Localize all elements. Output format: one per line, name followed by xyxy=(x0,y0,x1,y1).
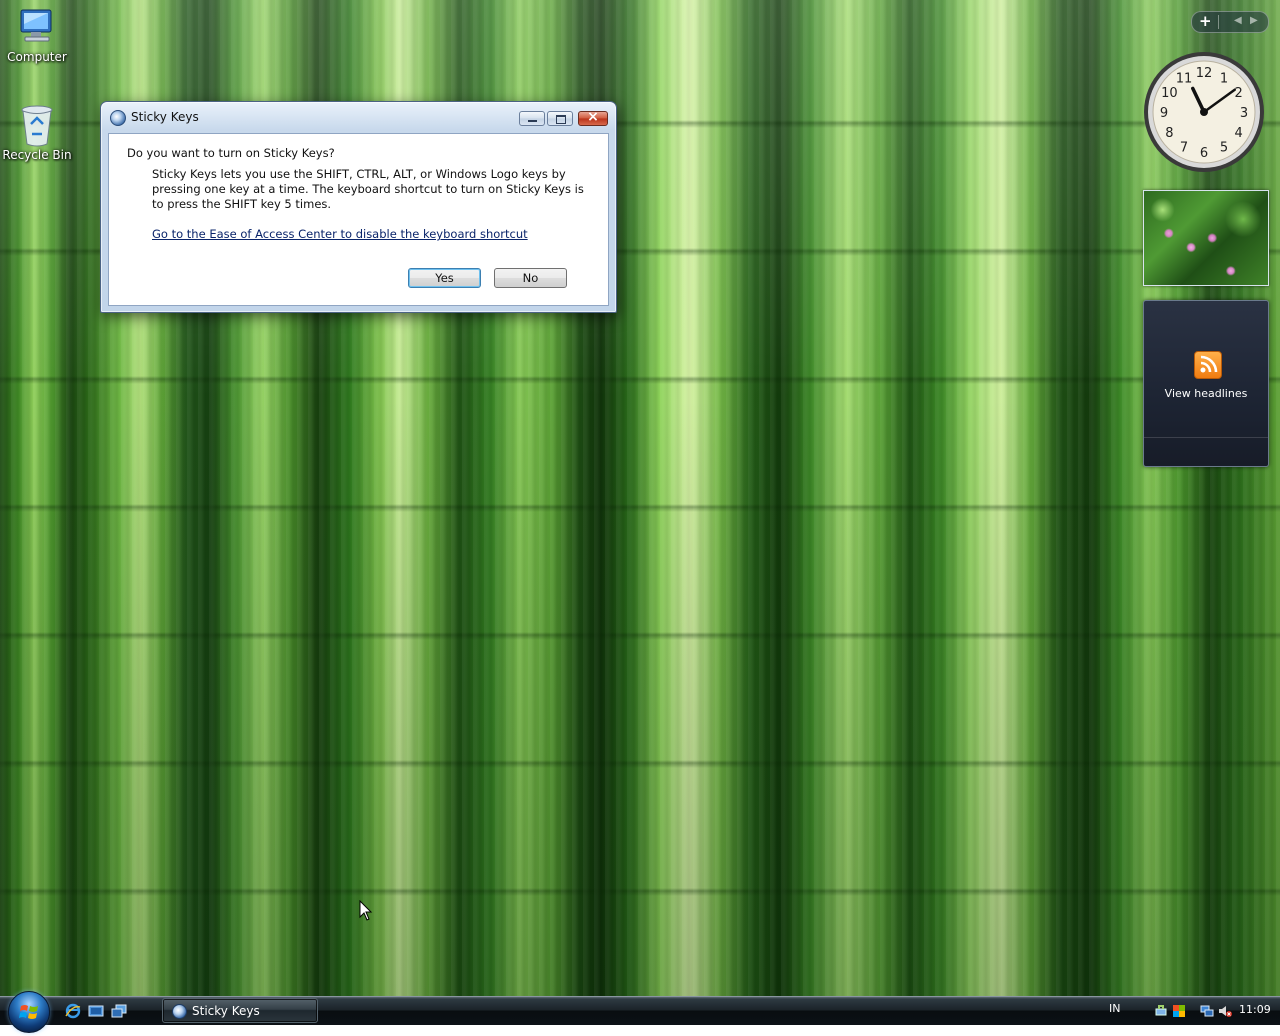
taskbar: Sticky Keys IN 11:09 xyxy=(0,991,1280,1033)
clock-numeral: 5 xyxy=(1220,141,1228,156)
maximize-button[interactable] xyxy=(547,111,573,126)
clock-gadget[interactable]: 1 2 3 4 5 6 7 8 9 10 11 12 xyxy=(1142,50,1267,175)
clock-numeral: 6 xyxy=(1200,146,1208,161)
computer-icon xyxy=(17,4,57,48)
internet-explorer-icon[interactable] xyxy=(65,1003,81,1019)
desktop-icon-label: Computer xyxy=(7,50,67,64)
ease-of-access-link[interactable]: Go to the Ease of Access Center to disab… xyxy=(152,227,528,241)
windows-security-icon[interactable] xyxy=(1172,1003,1186,1017)
clock-numeral: 10 xyxy=(1161,86,1178,101)
windows-logo-icon xyxy=(19,1005,38,1019)
clock-numeral: 12 xyxy=(1196,66,1213,81)
dialog-titlebar[interactable]: Sticky Keys × xyxy=(101,102,616,132)
desktop-icon-computer[interactable]: Computer xyxy=(0,4,74,64)
ease-of-access-icon xyxy=(172,1004,187,1019)
clock-numeral: 9 xyxy=(1160,106,1168,121)
no-button[interactable]: No xyxy=(494,268,567,288)
clock-face: 1234567891011 12 xyxy=(1144,52,1264,172)
start-button[interactable] xyxy=(8,991,50,1033)
mouse-pointer-icon xyxy=(359,899,373,926)
dialog-description: Sticky Keys lets you use the SHIFT, CTRL… xyxy=(152,167,584,211)
clock-numeral: 7 xyxy=(1180,141,1188,156)
taskbar-button-label: Sticky Keys xyxy=(192,1004,260,1018)
close-icon: × xyxy=(587,109,599,125)
gadget-footer xyxy=(1144,437,1268,466)
rss-icon xyxy=(1194,351,1222,379)
safely-remove-hardware-icon[interactable] xyxy=(1154,1003,1168,1017)
clock-numeral: 4 xyxy=(1234,126,1242,141)
network-icon[interactable] xyxy=(1200,1003,1214,1017)
yes-button[interactable]: Yes xyxy=(408,268,481,288)
dialog-question: Do you want to turn on Sticky Keys? xyxy=(127,146,335,160)
recycle-bin-icon xyxy=(17,102,57,147)
taskbar-button-sticky-keys[interactable]: Sticky Keys xyxy=(162,998,318,1023)
taskbar-clock[interactable]: 11:09 xyxy=(1239,1003,1271,1016)
next-page-icon[interactable]: ▶ xyxy=(1250,15,1258,26)
view-headlines-label[interactable]: View headlines xyxy=(1144,387,1268,400)
clock-numeral: 1 xyxy=(1220,71,1228,86)
switch-windows-icon[interactable] xyxy=(111,1003,127,1019)
clock-numeral: 2 xyxy=(1234,86,1242,101)
desktop-icon-recycle-bin[interactable]: Recycle Bin xyxy=(0,102,74,162)
show-desktop-icon[interactable] xyxy=(88,1003,104,1019)
previous-page-icon[interactable]: ◀ xyxy=(1234,15,1242,26)
language-indicator[interactable]: IN xyxy=(1109,1002,1120,1015)
desktop-wallpaper: Computer Recycle Bin Sticky Keys × Do yo… xyxy=(0,0,1280,996)
sidebar-controls: + ◀ ▶ xyxy=(1191,11,1269,33)
dialog-content: Do you want to turn on Sticky Keys? Stic… xyxy=(108,133,609,306)
clock-numeral: 11 xyxy=(1176,71,1193,86)
add-gadget-button[interactable]: + xyxy=(1199,12,1212,30)
sticky-keys-dialog: Sticky Keys × Do you want to turn on Sti… xyxy=(100,101,617,313)
minimize-button[interactable] xyxy=(519,111,545,126)
clock-numeral: 3 xyxy=(1240,106,1248,121)
separator xyxy=(1218,15,1219,29)
dialog-title: Sticky Keys xyxy=(131,110,199,124)
clock-numeral: 8 xyxy=(1165,126,1173,141)
slideshow-gadget[interactable] xyxy=(1143,190,1269,286)
ease-of-access-icon xyxy=(110,110,126,126)
feed-headlines-gadget[interactable]: View headlines xyxy=(1143,300,1269,467)
desktop-icon-label: Recycle Bin xyxy=(2,148,72,162)
volume-muted-icon[interactable] xyxy=(1218,1003,1232,1017)
close-button[interactable]: × xyxy=(578,109,608,126)
